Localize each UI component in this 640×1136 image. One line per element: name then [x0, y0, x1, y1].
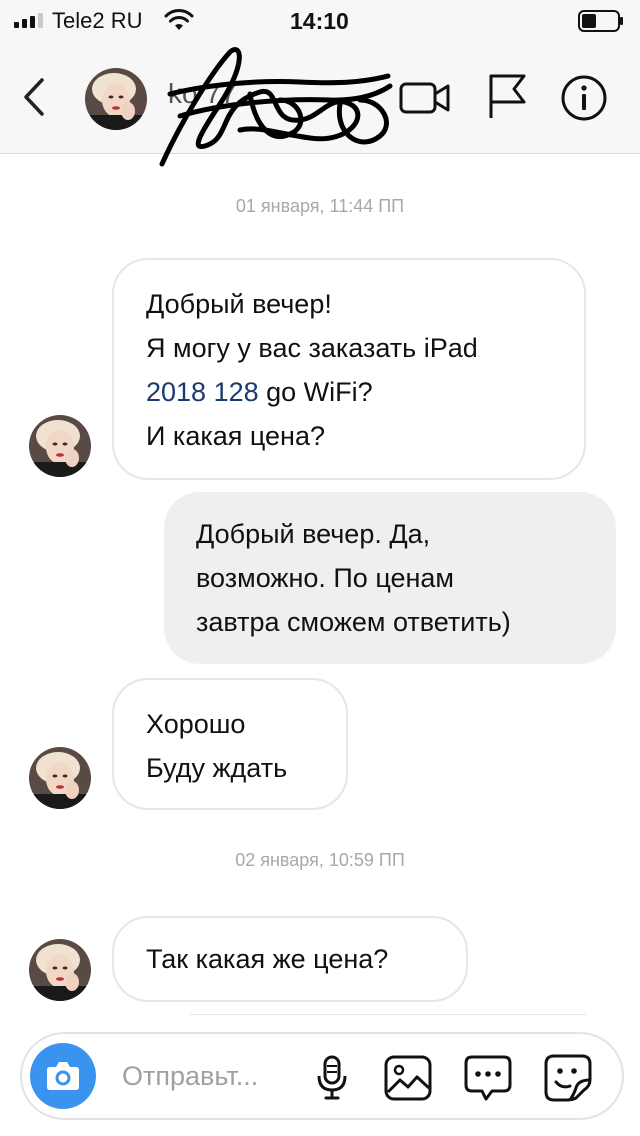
incoming-message-bubble[interactable]: Хорошо Буду ждать — [112, 678, 348, 810]
back-chevron-icon[interactable] — [20, 76, 50, 118]
message-timestamp: 02 января, 10:59 ПП — [235, 850, 405, 870]
message-text: Добрый вечер! — [146, 289, 332, 319]
flag-icon[interactable] — [486, 72, 528, 122]
wifi-icon — [164, 9, 194, 30]
message-input[interactable] — [122, 1061, 302, 1092]
sender-avatar[interactable] — [28, 746, 92, 810]
status-time: 14:10 — [290, 8, 349, 34]
message-text: Хорошо — [146, 709, 246, 739]
message-text: Буду ждать — [146, 753, 288, 783]
chat-header: ko 77 — [0, 44, 640, 167]
sender-avatar[interactable] — [28, 938, 92, 1002]
contact-avatar[interactable] — [84, 67, 148, 131]
outgoing-message-bubble[interactable]: Добрый вечер. Да, возможно. По ценам зав… — [164, 492, 616, 664]
gallery-icon[interactable] — [382, 1052, 434, 1104]
signal-strength-icon — [14, 12, 43, 28]
sender-avatar[interactable] — [28, 414, 92, 478]
message-text: завтра сможем ответить) — [196, 607, 511, 637]
camera-icon — [47, 1062, 79, 1090]
message-text: go WiFi? — [266, 377, 373, 407]
message-text: Так какая же цена? — [146, 944, 389, 974]
camera-button[interactable] — [30, 1043, 96, 1109]
info-icon[interactable] — [560, 74, 608, 122]
message-timestamp: 01 января, 11:44 ПП — [235, 196, 405, 216]
message-composer — [20, 1032, 624, 1120]
battery-icon — [578, 10, 623, 32]
message-text: Я могу у вас заказать iPad — [146, 333, 478, 363]
microphone-icon[interactable] — [306, 1052, 358, 1104]
incoming-message-bubble[interactable]: Так какая же цена? — [112, 916, 468, 1002]
carrier-label: Tele2 RU — [52, 8, 143, 33]
sticker-icon[interactable] — [542, 1052, 594, 1104]
message-text: Добрый вечер. Да, — [196, 519, 431, 549]
incoming-message-bubble[interactable]: Добрый вечер! Я могу у вас заказать iPad… — [112, 258, 586, 480]
message-text: возможно. По ценам — [196, 563, 454, 593]
divider — [190, 1014, 586, 1015]
redaction-scribble — [159, 47, 393, 167]
quick-reply-icon[interactable] — [462, 1052, 514, 1104]
message-text: И какая цена? — [146, 421, 325, 451]
video-call-icon[interactable] — [398, 78, 452, 118]
message-link[interactable]: 2018 128 — [146, 377, 259, 407]
